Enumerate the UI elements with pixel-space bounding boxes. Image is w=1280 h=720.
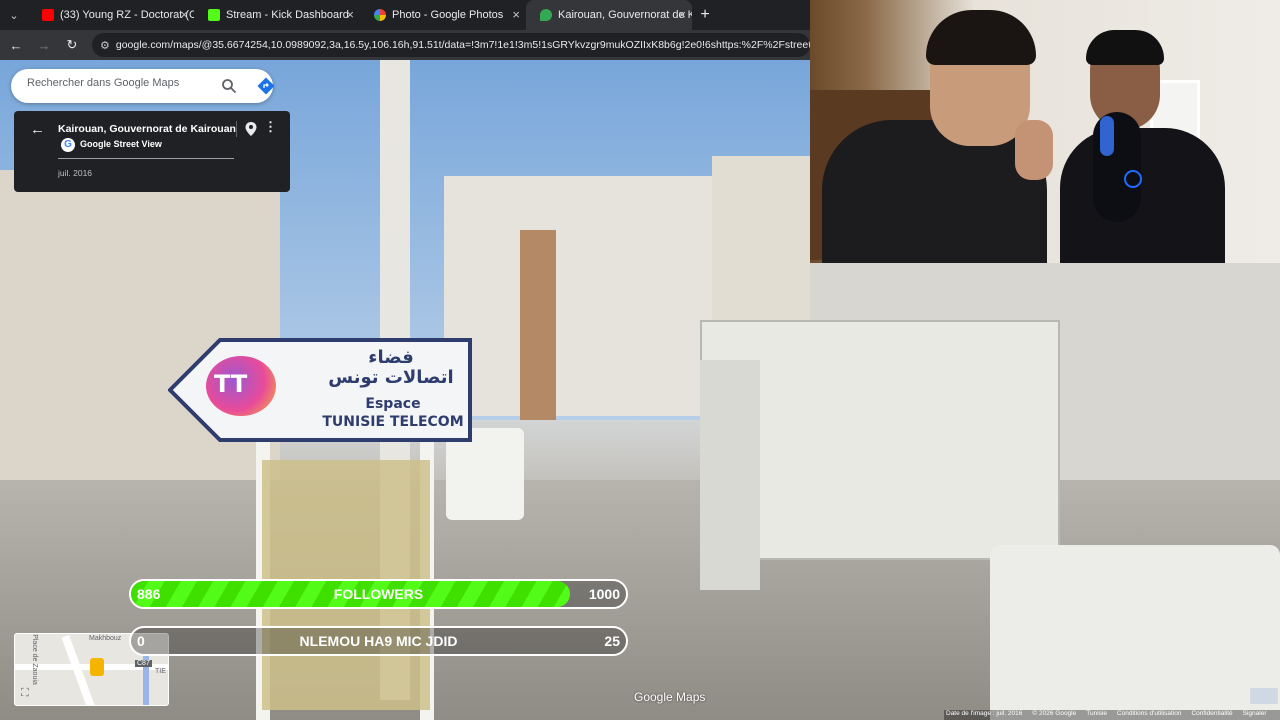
tab-google-maps[interactable]: Kairouan, Gouvernorat de Kairo × xyxy=(526,0,692,30)
tab-close-icon[interactable]: × xyxy=(180,7,188,22)
screen: TT فضاء اتصالات تونس Espace TUNISIE TELE… xyxy=(0,0,1280,720)
tunisie-telecom-logo: TT xyxy=(206,356,276,416)
search-input[interactable] xyxy=(27,77,207,89)
tab-youtube[interactable]: (33) Young RZ - Doctorat (Offic × xyxy=(28,0,194,30)
tunisie-telecom-sign: TT فضاء اتصالات تونس Espace TUNISIE TELE… xyxy=(167,338,472,442)
reload-icon[interactable]: ↻ xyxy=(60,37,84,53)
building-center xyxy=(444,176,714,416)
google-maps-icon xyxy=(540,9,552,21)
divider xyxy=(236,121,237,137)
sign-arabic-text: فضاء اتصالات تونس xyxy=(328,347,454,388)
back-arrow-icon[interactable]: ← xyxy=(30,121,45,138)
building-brown xyxy=(520,230,556,420)
goal-label: FOLLOWERS xyxy=(333,586,424,602)
streamer-left-hair xyxy=(926,10,1036,65)
map-label: Makhbouz xyxy=(89,635,122,642)
pickup-truck xyxy=(990,545,1280,720)
country-link[interactable]: Tunisie xyxy=(1086,710,1107,720)
site-settings-icon[interactable]: ⚙ xyxy=(100,39,110,52)
streamer-right-body xyxy=(1060,128,1225,263)
goal-target: 25 xyxy=(604,633,620,649)
address-bar[interactable]: ⚙ google.com/maps/@35.6674254,10.0989092… xyxy=(92,33,810,57)
streamer-right-hair xyxy=(1086,30,1164,65)
report-link[interactable]: Signaler xyxy=(1243,710,1267,720)
streamer-left-body xyxy=(822,120,1047,263)
privacy-link[interactable]: Confidentialité xyxy=(1191,710,1232,720)
tab-search-button[interactable]: ⌄ xyxy=(0,0,28,30)
search-icon[interactable] xyxy=(221,78,237,94)
goal-target: 1000 xyxy=(588,586,620,602)
expand-map-icon[interactable]: ⛶ xyxy=(21,687,35,701)
truck-cab xyxy=(700,360,760,590)
street-view-info-card: ← Kairouan, Gouvernorat de Kairouan G Go… xyxy=(14,111,290,192)
sign-french-line2: TUNISIE TELECOM xyxy=(322,414,464,430)
capture-date[interactable]: juil. 2016 xyxy=(58,168,92,178)
streamer-hand xyxy=(1015,120,1053,180)
google-photos-icon xyxy=(374,9,386,21)
new-tab-button[interactable]: + xyxy=(692,6,718,24)
image-date-text: Date de l'image : juil. 2016 xyxy=(946,710,1023,717)
directions-icon[interactable] xyxy=(257,77,275,95)
microphone-ring-light xyxy=(1124,170,1142,188)
tab-title: (33) Young RZ - Doctorat (Offic xyxy=(60,9,194,21)
tab-close-icon[interactable]: × xyxy=(678,7,686,22)
divider xyxy=(58,158,234,159)
terms-link[interactable]: Conditions d'utilisation xyxy=(1117,710,1181,720)
map-label: C87 xyxy=(135,660,152,667)
microphone-light xyxy=(1100,116,1114,156)
back-icon[interactable]: ← xyxy=(4,38,28,53)
copyright-text: © 2026 Google xyxy=(1032,710,1077,717)
tab-close-icon[interactable]: × xyxy=(512,7,520,22)
tab-title: Stream - Kick Dashboard xyxy=(226,9,349,21)
google-g-icon: G xyxy=(61,138,75,152)
map-label: TIE xyxy=(155,668,166,675)
browser-tab-bar: ⌄ (33) Young RZ - Doctorat (Offic × Stre… xyxy=(0,0,810,30)
more-options-icon[interactable]: ⋮ xyxy=(264,119,277,135)
building-left xyxy=(0,170,280,500)
tab-kick-dashboard[interactable]: Stream - Kick Dashboard × xyxy=(194,0,360,30)
followers-goal-bar: 886 FOLLOWERS 1000 xyxy=(129,579,628,609)
tab-google-photos[interactable]: Photo - Google Photos × xyxy=(360,0,526,30)
location-title[interactable]: Kairouan, Gouvernorat de Kairouan xyxy=(58,123,236,135)
location-pin-icon[interactable] xyxy=(244,121,258,137)
tab-close-icon[interactable]: × xyxy=(346,7,354,22)
url-text[interactable]: google.com/maps/@35.6674254,10.0989092,3… xyxy=(116,39,810,51)
youtube-icon xyxy=(42,9,54,21)
google-maps-watermark: Google Maps xyxy=(634,690,706,704)
tab-title: Photo - Google Photos xyxy=(392,9,504,21)
browser-toolbar: ← → ↻ ⚙ google.com/maps/@35.6674254,10.0… xyxy=(0,30,810,60)
layers-button[interactable] xyxy=(1250,688,1278,704)
kick-icon xyxy=(208,9,220,21)
tab-title: Kairouan, Gouvernorat de Kairo xyxy=(558,9,692,21)
map-label: Place de Zaouia xyxy=(30,634,38,685)
mic-goal-bar: 0 NLEMOU HA9 MIC JDID 25 xyxy=(129,626,628,656)
webcam-feed xyxy=(810,0,1280,263)
goal-label: NLEMOU HA9 MIC JDID xyxy=(299,633,458,649)
maps-footer: Date de l'image : juil. 2016 © 2026 Goog… xyxy=(944,710,1280,720)
pegman-icon xyxy=(90,658,104,676)
street-view-label: Google Street View xyxy=(80,139,162,149)
maps-search-box[interactable] xyxy=(11,69,275,103)
forward-icon[interactable]: → xyxy=(32,38,56,53)
sign-french-line1: Espace xyxy=(365,396,421,412)
